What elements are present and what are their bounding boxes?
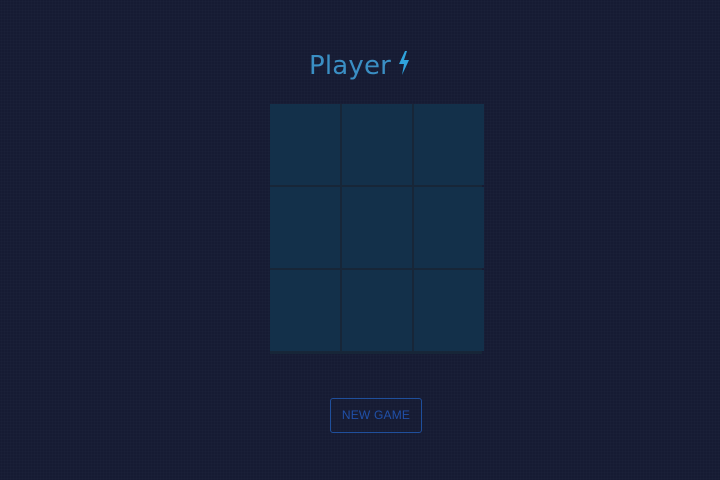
- board-cell-8[interactable]: [342, 270, 412, 351]
- bolt-icon: [397, 49, 411, 76]
- turn-indicator: Player: [0, 46, 720, 84]
- board-cell-7[interactable]: [270, 270, 340, 351]
- board-cell-3[interactable]: [414, 104, 484, 185]
- game-screen: Player NEW GAME: [0, 0, 720, 480]
- board-cell-9[interactable]: [414, 270, 484, 351]
- new-game-button[interactable]: NEW GAME: [330, 398, 422, 433]
- board-cell-6[interactable]: [414, 187, 484, 268]
- board-cell-2[interactable]: [342, 104, 412, 185]
- player-label: Player: [308, 51, 392, 82]
- board-cell-1[interactable]: [270, 104, 340, 185]
- game-board: [270, 104, 484, 354]
- board-cell-5[interactable]: [342, 187, 412, 268]
- board-cell-4[interactable]: [270, 187, 340, 268]
